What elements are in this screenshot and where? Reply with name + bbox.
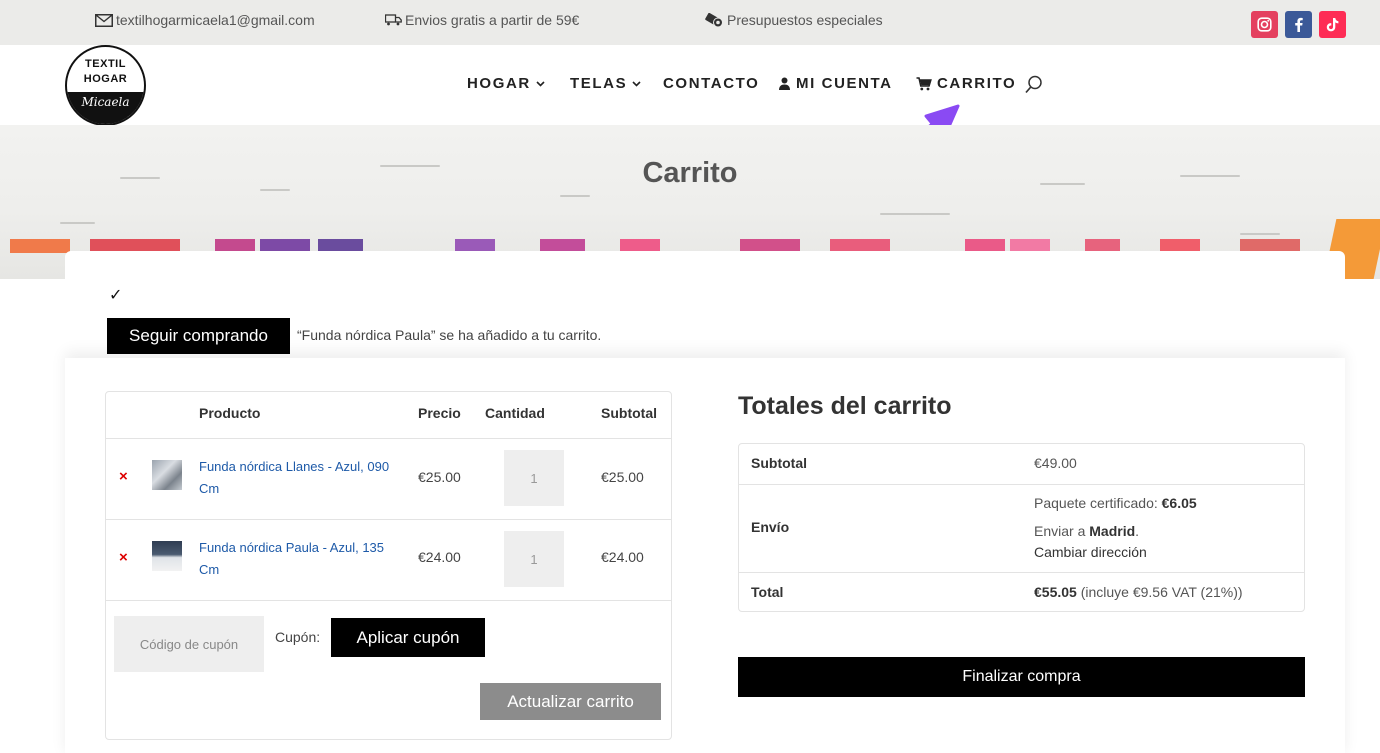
topbar-shipping: Envios gratis a partir de 59€ [385, 12, 579, 28]
nav-carrito-label: CARRITO [937, 75, 1017, 92]
nav-hogar[interactable]: HOGAR [467, 75, 545, 92]
totals-subtotal-label: Subtotal [751, 455, 807, 471]
site-header: TEXTIL HOGAR Micaela HOGAR TELAS CONTACTO… [0, 45, 1380, 126]
nav-contacto-label: CONTACTO [663, 75, 760, 92]
topbar-shipping-text: Envios gratis a partir de 59€ [405, 12, 580, 28]
cart-icon [916, 76, 932, 90]
product-link[interactable]: Funda nórdica Llanes - Azul, 090 Cm [199, 456, 404, 500]
totals-subtotal-value: €49.00 [1034, 455, 1077, 471]
site-logo[interactable]: TEXTIL HOGAR Micaela [65, 45, 146, 126]
instagram-icon [1257, 17, 1272, 32]
remove-item-button[interactable]: × [119, 468, 128, 485]
nav-contacto[interactable]: CONTACTO [663, 75, 759, 92]
shipping-method: Paquete certificado: €6.05 [1034, 495, 1197, 511]
logo-script: Micaela [81, 95, 130, 109]
remove-item-button[interactable]: × [119, 549, 128, 566]
totals-title: Totales del carrito [738, 392, 952, 420]
money-icon [705, 12, 723, 27]
ship-to: Enviar a Madrid. [1034, 523, 1140, 539]
page-title: Carrito [642, 157, 738, 189]
coupon-input[interactable]: Código de cupón [114, 616, 264, 672]
header-quantity: Cantidad [485, 405, 545, 421]
nav-mi-cuenta[interactable]: MI CUENTA [778, 75, 893, 92]
checkout-button[interactable]: Finalizar compra [738, 657, 1305, 697]
mail-icon [95, 13, 113, 27]
instagram-link[interactable] [1251, 11, 1278, 38]
update-cart-button[interactable]: Actualizar carrito [480, 683, 661, 720]
totals-total-label: Total [751, 584, 784, 600]
quantity-input[interactable]: 1 [504, 531, 564, 587]
coupon-label: Cupón: [275, 629, 321, 645]
search-icon [1025, 75, 1042, 94]
product-thumbnail[interactable] [152, 460, 182, 490]
totals-shipping-label: Envío [751, 519, 790, 535]
top-bar: textilhogarmicaela1@gmail.com Envios gra… [0, 0, 1380, 45]
truck-icon [385, 14, 402, 26]
facebook-link[interactable] [1285, 11, 1312, 38]
topbar-quotes-text: Presupuestos especiales [727, 12, 883, 28]
totals-total-value: €55.05 (incluye €9.56 VAT (21%)) [1034, 584, 1243, 600]
tiktok-link[interactable] [1319, 11, 1346, 38]
nav-carrito[interactable]: CARRITO [916, 75, 1016, 92]
header-price: Precio [418, 405, 461, 421]
nav-telas[interactable]: TELAS [570, 75, 641, 92]
header-subtotal: Subtotal [601, 405, 657, 421]
item-subtotal: €24.00 [601, 549, 644, 565]
facebook-icon [1295, 17, 1303, 32]
change-address-link[interactable]: Cambiar dirección [1034, 544, 1147, 560]
search-button[interactable] [1025, 75, 1043, 99]
nav-telas-label: TELAS [570, 75, 628, 92]
tiktok-icon [1326, 18, 1339, 32]
topbar-email-text: textilhogarmicaela1@gmail.com [116, 12, 315, 28]
product-link[interactable]: Funda nórdica Paula - Azul, 135 Cm [199, 537, 404, 581]
notice-message: “Funda nórdica Paula” se ha añadido a tu… [297, 327, 602, 343]
check-icon: ✓ [109, 287, 123, 304]
apply-coupon-button[interactable]: Aplicar cupón [331, 618, 485, 657]
header-product: Producto [199, 405, 261, 421]
nav-hogar-label: HOGAR [467, 75, 531, 92]
continue-shopping-button[interactable]: Seguir comprando [107, 318, 290, 354]
user-icon [779, 77, 790, 90]
nav-mi-cuenta-label: MI CUENTA [796, 75, 893, 92]
item-subtotal: €25.00 [601, 469, 644, 485]
chevron-down-icon [632, 80, 641, 87]
topbar-email[interactable]: textilhogarmicaela1@gmail.com [95, 12, 315, 28]
topbar-quotes: Presupuestos especiales [705, 12, 883, 28]
item-price: €25.00 [418, 469, 461, 485]
item-price: €24.00 [418, 549, 461, 565]
product-thumbnail[interactable] [152, 541, 182, 571]
logo-text: TEXTIL HOGAR [83, 58, 128, 85]
chevron-down-icon [536, 80, 545, 87]
quantity-input[interactable]: 1 [504, 450, 564, 506]
